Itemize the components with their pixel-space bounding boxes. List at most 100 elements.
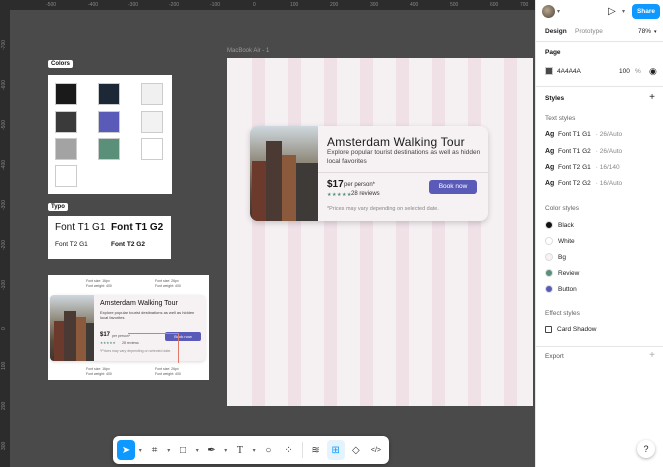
spec-panel[interactable]: Font size: 16px Font weight: 400 Font si… [48, 275, 209, 380]
color-swatch[interactable] [141, 138, 163, 160]
chevron-down-icon[interactable]: ▾ [137, 447, 143, 454]
tour-photo [50, 295, 94, 361]
chevron-down-icon[interactable]: ▾ [557, 8, 560, 15]
ruler-tick: -200 [169, 2, 180, 8]
text-style-meta: · 16/140 [595, 164, 620, 171]
spec-card[interactable]: Amsterdam Walking Tour Explore popular t… [50, 295, 205, 361]
move-tool-icon[interactable]: ➤ [117, 440, 136, 460]
spec-note: *Prices may vary depending on selected d… [100, 349, 172, 353]
color-swatch[interactable] [98, 83, 120, 105]
frame-label[interactable]: MacBook Air - 1 [227, 48, 269, 54]
color-swatch[interactable] [98, 138, 120, 160]
add-style-icon[interactable]: + [649, 92, 655, 103]
effect-style-name: Card Shadow [557, 326, 597, 333]
dev-mode-icon[interactable]: </> [367, 440, 385, 460]
color-style-item[interactable]: Bg [545, 253, 566, 261]
rating-stars: ★★★★★ [327, 192, 352, 198]
design-mode-icon[interactable]: ⊞ [326, 440, 345, 460]
macbook-frame[interactable] [227, 58, 533, 406]
ruler-tick: -700 [1, 39, 7, 50]
effect-styles-title: Effect styles [545, 310, 580, 317]
ruler-tick: 0 [253, 2, 256, 8]
comment-tool-icon[interactable]: ○ [259, 440, 277, 460]
color-style-item[interactable]: White [545, 237, 575, 245]
separator [301, 442, 303, 458]
color-swatch[interactable] [55, 83, 77, 105]
book-now-button[interactable]: Book now [429, 180, 477, 194]
color-swatch[interactable] [98, 111, 120, 133]
chevron-down-icon[interactable]: ▾ [166, 447, 172, 454]
page-color-field[interactable]: 4A4A4A [545, 67, 581, 75]
color-swatch[interactable] [141, 111, 163, 133]
chevron-down-icon[interactable]: ▾ [622, 8, 625, 15]
text-style-name: Font T1 G2 [558, 148, 591, 155]
frame-tool-icon[interactable]: ⌗ [145, 440, 163, 460]
text-tool-icon[interactable]: T [231, 440, 249, 460]
page-opacity[interactable]: 100 [619, 68, 630, 75]
effect-icon [545, 326, 552, 333]
ruler-tick: -400 [88, 2, 99, 8]
zoom-level[interactable]: 78% [638, 28, 651, 35]
properties-panel: ▾ ▷ ▾ Share Design Prototype 78% ▾ Page … [535, 0, 663, 467]
help-button[interactable]: ? [637, 440, 655, 458]
annotation-line [128, 333, 178, 334]
colors-panel[interactable] [48, 75, 172, 194]
color-dot-icon [545, 269, 553, 277]
canvas[interactable]: -500 -400 -300 -200 -100 0 100 200 300 4… [0, 0, 535, 467]
color-swatch[interactable] [55, 165, 77, 187]
typo-panel-label[interactable]: Typo [48, 203, 68, 211]
typo-panel[interactable]: Font T1 G1 Font T1 G2 Font T2 G1 Font T2… [48, 216, 171, 259]
page-color-value[interactable]: 4A4A4A [557, 68, 581, 75]
ruler-tick: 400 [410, 2, 419, 8]
color-swatch[interactable] [141, 83, 163, 105]
text-style-item[interactable]: Ag Font T1 G2 · 26/Auto [545, 148, 622, 155]
page-color-swatch[interactable] [545, 67, 553, 75]
text-style-meta: · 16/Auto [595, 180, 623, 187]
card-price: $17 [327, 179, 344, 190]
share-button[interactable]: Share [632, 4, 660, 19]
component-icon[interactable]: ◇ [347, 440, 365, 460]
color-style-item[interactable]: Black [545, 221, 574, 229]
text-style-item[interactable]: Ag Font T2 G2 · 16/Auto [545, 180, 622, 187]
tour-card[interactable]: Amsterdam Walking Tour Explore popular t… [250, 126, 488, 221]
ruler-tick: 200 [330, 2, 339, 8]
export-section-title: Export [545, 353, 564, 360]
color-swatch[interactable] [55, 138, 77, 160]
rectangle-tool-icon[interactable]: □ [174, 440, 192, 460]
color-style-item[interactable]: Button [545, 285, 577, 293]
divider [536, 346, 663, 347]
effect-style-item[interactable]: Card Shadow [545, 326, 596, 333]
ruler-tick: 200 [1, 401, 7, 410]
eye-icon[interactable]: ◉ [649, 66, 657, 77]
play-icon[interactable]: ▷ [608, 6, 616, 17]
percent-sign: % [635, 68, 641, 75]
ruler-tick: -600 [1, 79, 7, 90]
styles-section-title: Styles [545, 95, 565, 102]
ruler-tick: 500 [450, 2, 459, 8]
actions-icon[interactable]: ⁘ [279, 440, 297, 460]
color-style-name: White [558, 237, 575, 245]
text-style-item[interactable]: Ag Font T2 G1 · 16/140 [545, 164, 620, 171]
tab-prototype[interactable]: Prototype [575, 28, 603, 35]
avatar[interactable] [542, 5, 555, 18]
add-export-icon[interactable]: + [649, 350, 655, 361]
chevron-down-icon[interactable]: ▾ [654, 29, 657, 35]
ruler-tick: 600 [490, 2, 499, 8]
draw-mode-icon[interactable]: ≋ [307, 440, 325, 460]
tab-design[interactable]: Design [545, 28, 567, 35]
spec-stars: ★★★★★ [100, 341, 116, 345]
font-t2-g2-sample: Font T2 G2 [111, 241, 145, 248]
color-dot-icon [545, 253, 553, 261]
chevron-down-icon[interactable]: ▾ [194, 447, 200, 454]
chevron-down-icon[interactable]: ▾ [223, 447, 229, 454]
color-style-item[interactable]: Review [545, 269, 579, 277]
colors-panel-label[interactable]: Colors [48, 60, 74, 68]
text-style-item[interactable]: Ag Font T1 G1 · 26/Auto [545, 131, 622, 138]
ruler-tick: 100 [1, 361, 7, 370]
pen-tool-icon[interactable]: ✒ [202, 440, 220, 460]
chevron-down-icon[interactable]: ▾ [251, 447, 257, 454]
ruler-tick: -400 [1, 159, 7, 170]
ruler-top: -500 -400 -300 -200 -100 0 100 200 300 4… [0, 0, 535, 10]
text-style-icon: Ag [545, 131, 555, 138]
color-swatch[interactable] [55, 111, 77, 133]
